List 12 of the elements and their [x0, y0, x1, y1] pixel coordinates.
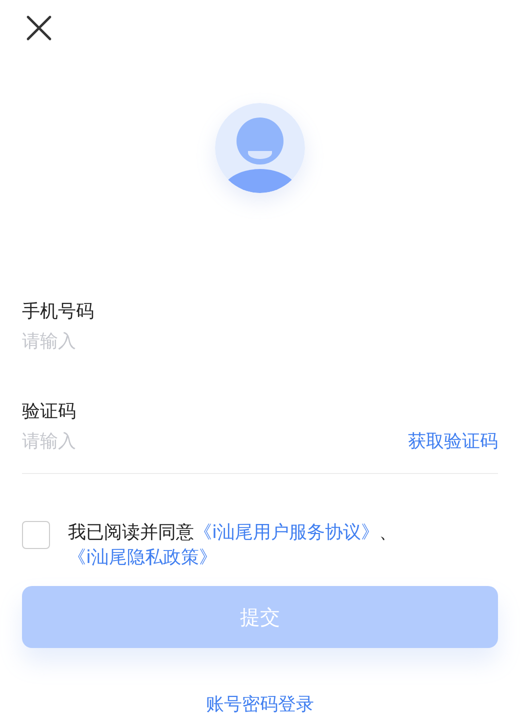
field-label: 手机号码	[22, 300, 95, 324]
input-field[interactable]: 请输入	[22, 327, 498, 357]
avatar-icon	[215, 103, 305, 193]
agreement-text: 我已阅读并同意《i汕尾用户服务协议》、 《i汕尾隐私政策》	[68, 521, 398, 570]
field-label: 验证码	[22, 400, 77, 424]
agreement-link[interactable]: 《i汕尾用户服务协议》	[194, 522, 380, 543]
get-code-link[interactable]: 获取验证码	[408, 427, 498, 457]
privacy-link[interactable]: 《i汕尾隐私政策》	[68, 547, 218, 568]
checkbox[interactable]	[22, 521, 50, 549]
input-field[interactable]: 请输入	[22, 427, 408, 457]
close-icon[interactable]	[26, 15, 52, 41]
password-login-link[interactable]: 账号密码登录	[206, 692, 314, 716]
